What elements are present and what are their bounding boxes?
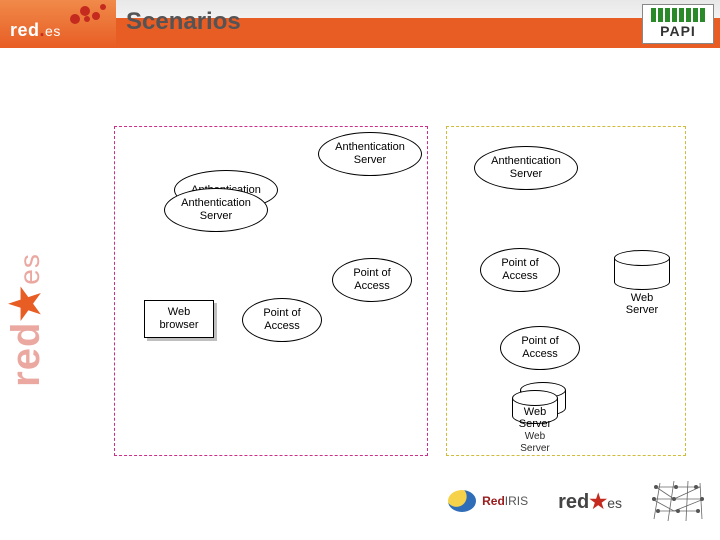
redes-footer-main: red — [558, 491, 589, 513]
iris-suffix: IRIS — [505, 494, 528, 508]
redes-logo-footer: red★es — [558, 489, 622, 514]
rediris-logo: RedIRIS — [448, 490, 528, 512]
diagram-canvas: AnthenticationServer AnthenticationServe… — [0, 48, 720, 462]
cylinder-stack-front-label: WebServer — [520, 431, 549, 454]
node-poa-left: Point ofAccess — [242, 298, 322, 342]
node-poa-right-upper-label: Point ofAccess — [501, 257, 538, 282]
node-web-browser: Webbrowser — [144, 300, 214, 338]
redes-dots-icon — [70, 2, 114, 24]
redes-footer-suffix: es — [607, 495, 622, 511]
node-poa-right-upper: Point ofAccess — [480, 248, 560, 292]
cylinder-web-server-right: WebServer — [614, 250, 670, 290]
node-poa-right-lower: Point ofAccess — [500, 326, 580, 370]
cylinder-stack-front: WebServer WebServer — [512, 390, 558, 424]
papi-logo: PAPI — [642, 4, 714, 44]
node-poa-right-lower-label: Point ofAccess — [521, 335, 558, 360]
cylinder-web-server-right-label: WebServer — [626, 292, 658, 316]
mesh-icon — [652, 481, 704, 521]
cylinder-stack-back-label: WebServer — [519, 406, 551, 430]
node-auth-upper-left-front-label: AnthenticationServer — [181, 197, 251, 222]
page-title: Scenarios — [126, 8, 241, 36]
cylinder-stack-label: WebServer WebServer — [519, 406, 551, 454]
node-auth-center-label: AnthenticationServer — [335, 141, 405, 166]
footer: RedIRIS red★es — [0, 462, 720, 540]
node-poa-center: Point ofAccess — [332, 258, 412, 302]
globe-icon — [448, 490, 476, 512]
barcode-icon — [651, 8, 705, 22]
node-web-browser-label: Webbrowser — [159, 306, 198, 331]
node-poa-left-label: Point ofAccess — [263, 307, 300, 332]
node-auth-right-label: AnthenticationServer — [491, 155, 561, 180]
papi-label: PAPI — [660, 23, 696, 39]
redes-logo-top: red.es — [0, 0, 116, 48]
node-auth-upper-left-front: AnthenticationServer — [164, 188, 268, 232]
iris-prefix: Red — [482, 494, 505, 508]
redes-logo-text-suffix: es — [45, 23, 61, 39]
redes-logo-text-main: red — [10, 20, 40, 40]
node-auth-right: AnthenticationServer — [474, 146, 578, 190]
node-poa-center-label: Point ofAccess — [353, 267, 390, 292]
node-auth-center: AnthenticationServer — [318, 132, 422, 176]
